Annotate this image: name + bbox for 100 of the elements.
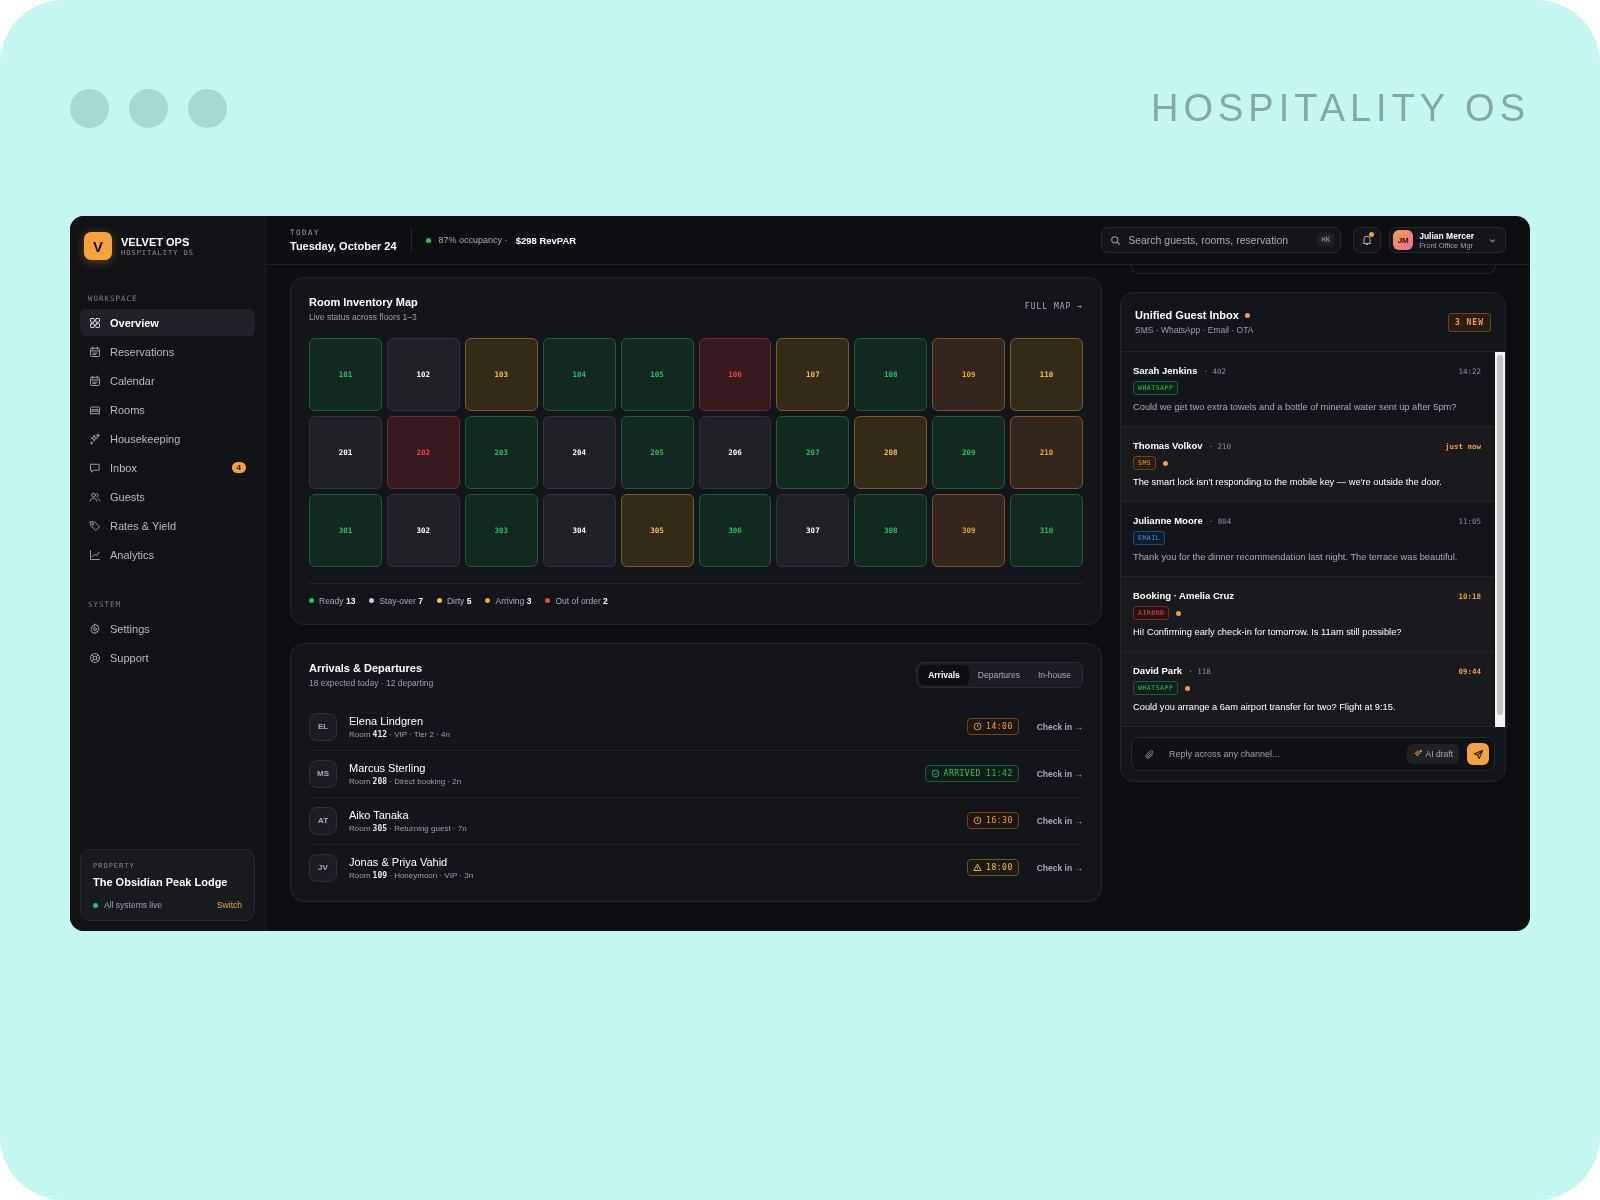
legend-label: Ready 13 xyxy=(319,595,356,606)
status-dot-icon xyxy=(425,237,431,243)
nav-item[interactable]: Guests xyxy=(80,483,255,510)
revpar-text: $298 RevPAR xyxy=(515,234,577,246)
current-date: Tuesday, October 24 xyxy=(290,240,397,252)
check-in-link[interactable]: Check in → xyxy=(1036,721,1083,732)
arrival-time-badge: ARRIVED 11:42 xyxy=(924,765,1019,783)
sender-name: Julianne Moore xyxy=(1133,515,1203,526)
guest-details: Room 412 · VIP · Tier 2 · 4n xyxy=(349,729,451,739)
tag-icon xyxy=(89,519,101,532)
sparkle-icon xyxy=(89,432,101,445)
guest-name: Marcus Sterling xyxy=(349,761,427,774)
user-name: Julian Mercer xyxy=(1419,230,1474,241)
reply-field[interactable]: Reply across any channel... AI draft xyxy=(1131,737,1495,771)
sparkle-icon xyxy=(1412,749,1423,759)
bell-icon xyxy=(1361,234,1374,246)
window-dot-icon xyxy=(70,88,109,128)
message-text: Thank you for the dinner recommendation last night. The terrace was beautiful. xyxy=(1133,552,1459,562)
card-title: Room Inventory Map xyxy=(309,296,418,308)
clock-icon xyxy=(973,722,983,732)
calendar-icon xyxy=(89,345,101,358)
card-subtitle: SMS · WhatsApp · Email · OTA xyxy=(1135,325,1254,335)
guest-details: Room 305 · Returning guest · 7n xyxy=(349,823,468,833)
filter-tab[interactable]: In-house xyxy=(1028,664,1080,685)
nav-item[interactable]: Housekeeping xyxy=(80,425,255,452)
arrival-time-badge: 18:00 xyxy=(967,859,1019,877)
check-in-link[interactable]: Check in → xyxy=(1036,768,1083,779)
filter-tab[interactable]: Arrivals xyxy=(919,664,969,685)
chat-icon xyxy=(89,461,101,474)
grid-icon xyxy=(89,316,101,329)
nav-item[interactable]: Rates & Yield xyxy=(80,512,255,539)
sender-name: Booking · Amelia Cruz xyxy=(1133,590,1234,601)
nav-item[interactable]: Calendar xyxy=(80,367,255,394)
property-name: The Obsidian Peak Lodge xyxy=(93,876,229,888)
guest-name: Aiko Tanaka xyxy=(349,808,410,821)
nav-item[interactable]: Analytics xyxy=(80,541,255,568)
new-count-badge: 3 NEW xyxy=(1447,312,1491,332)
guest-name: Elena Lindgren xyxy=(349,714,424,727)
sender-name: Thomas Volkov xyxy=(1133,440,1203,451)
calendar-icon xyxy=(89,374,101,387)
card-title: Arrivals & Departures xyxy=(309,661,424,674)
guest-initials: EL xyxy=(309,712,337,741)
guest-details: Room 208 · Direct booking · 2n xyxy=(349,776,463,786)
send-button[interactable] xyxy=(1467,743,1489,765)
nav-item[interactable]: Support xyxy=(80,644,255,671)
legend-label: Out of order 2 xyxy=(555,595,608,606)
guest-initials: JV xyxy=(309,853,337,882)
legend-label: Arriving 3 xyxy=(495,595,532,606)
message-text: Hi! Confirming early check-in for tomorrow. Is 11am still possible? xyxy=(1133,627,1403,637)
bed-icon xyxy=(89,403,101,416)
clock-icon xyxy=(973,816,983,826)
status-dot-icon xyxy=(93,902,98,908)
gear-icon xyxy=(89,622,101,635)
warning-icon xyxy=(973,863,983,873)
nav-item[interactable]: Inbox 4 xyxy=(80,454,255,481)
sender-name: Sarah Jenkins xyxy=(1133,365,1198,376)
window-dot-icon xyxy=(188,88,227,128)
window-dot-icon xyxy=(129,88,168,128)
guest-name: Jonas & Priya Vahid xyxy=(349,855,449,868)
ai-draft-button[interactable]: AI draft xyxy=(1406,744,1459,764)
card-subtitle: Live status across floors 1–3 xyxy=(309,312,418,322)
nav-item[interactable]: Settings xyxy=(80,615,255,642)
brand-name: VELVET OPS xyxy=(121,235,191,248)
send-icon xyxy=(1472,748,1484,760)
arrival-time-badge: 16:30 xyxy=(967,812,1019,830)
nav-item[interactable]: Rooms xyxy=(80,396,255,423)
brand-logo: V xyxy=(84,232,112,260)
sender-name: David Park xyxy=(1133,665,1183,676)
message-text: Could we get two extra towels and a bottle of mineral water sent up after 5pm? xyxy=(1133,402,1458,412)
unread-dot-icon xyxy=(1176,610,1182,616)
property-status: All systems live xyxy=(104,900,164,910)
guest-initials: MS xyxy=(309,759,337,788)
occupancy-text: 87% occupancy · xyxy=(438,235,508,245)
user-avatar: JM xyxy=(1393,230,1414,250)
guest-details: Room 109 · Honeymoon · VIP · 3n xyxy=(349,870,475,880)
nav-item[interactable]: Overview xyxy=(80,309,255,336)
filter-tab[interactable]: Departures xyxy=(968,664,1029,685)
message-text: The smart lock isn't responding to the mobile key — we're outside the door. xyxy=(1133,477,1443,487)
switch-link[interactable]: Switch xyxy=(216,900,242,910)
unread-dot-icon xyxy=(1185,685,1191,691)
check-in-link[interactable]: Check in → xyxy=(1036,815,1083,826)
users-icon xyxy=(89,490,101,503)
message-text: Could you arrange a 6am airport transfer for two? Flight at 9:15. xyxy=(1133,702,1397,712)
card-title: Unified Guest Inbox xyxy=(1135,309,1239,321)
guest-initials: AT xyxy=(309,806,337,835)
legend-label: Dirty 5 xyxy=(446,595,472,606)
chart-icon xyxy=(89,548,101,561)
legend-label: Stay-over 7 xyxy=(379,595,423,606)
search-icon xyxy=(1110,234,1122,246)
lifebuoy-icon xyxy=(89,651,101,664)
check-circle-icon xyxy=(930,769,940,779)
frame-title: HOSPITALITY OS xyxy=(1151,86,1530,130)
check-in-link[interactable]: Check in → xyxy=(1036,862,1083,873)
nav-item[interactable]: Reservations xyxy=(80,338,255,365)
unread-dot-icon xyxy=(1163,460,1169,466)
count-badge: 4 xyxy=(231,462,246,473)
card-subtitle: 18 expected today · 12 departing xyxy=(309,677,434,688)
arrival-time-badge: 14:00 xyxy=(967,718,1019,736)
full-map-link[interactable]: FULL MAP → xyxy=(1024,302,1083,311)
notifications-button[interactable] xyxy=(1353,227,1382,253)
